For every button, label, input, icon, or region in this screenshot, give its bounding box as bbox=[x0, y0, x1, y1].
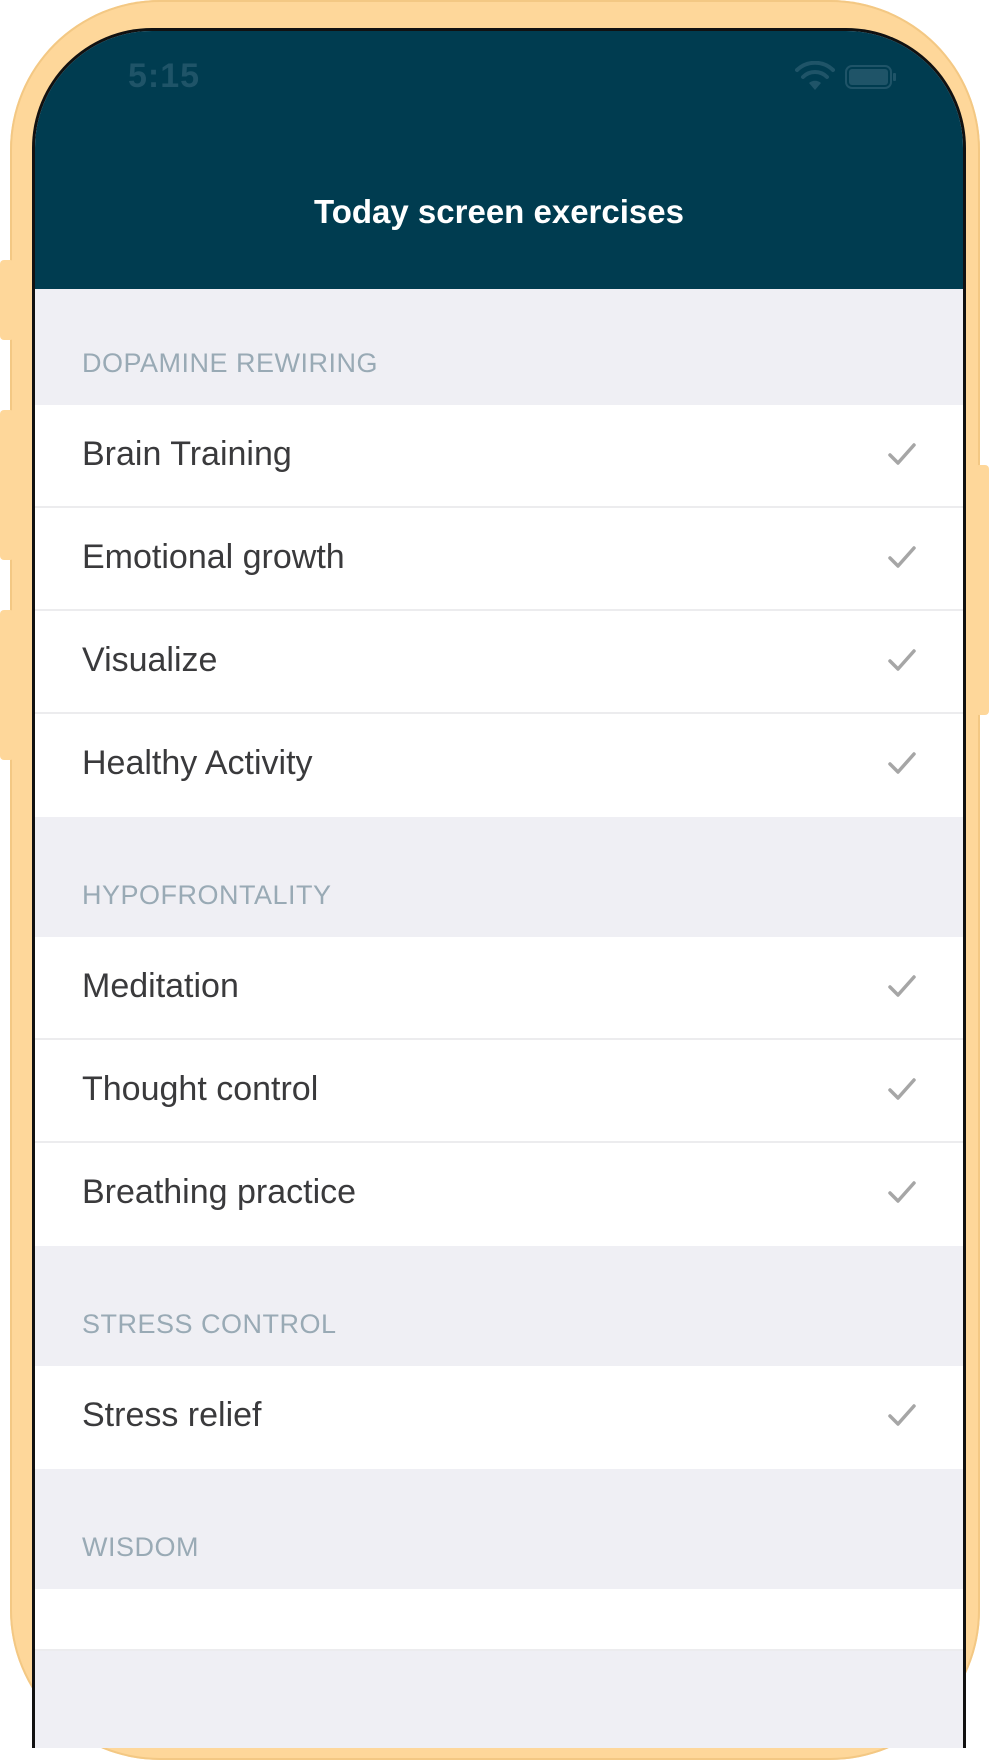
wifi-icon bbox=[795, 61, 835, 90]
list-item-visualize[interactable]: Visualize bbox=[35, 611, 963, 714]
side-button-left-1 bbox=[0, 260, 14, 340]
checkmark-icon bbox=[888, 649, 916, 671]
list-item-stress-relief[interactable]: Stress relief bbox=[35, 1366, 963, 1469]
checkmark-icon bbox=[888, 752, 916, 774]
navigation-bar: 5:15 Today screen exercises bbox=[35, 31, 963, 289]
side-button-right bbox=[975, 465, 989, 715]
section-title: HYPOFRONTALITY bbox=[82, 880, 332, 910]
section-header-dopamine-rewiring: DOPAMINE REWIRING bbox=[35, 289, 963, 405]
section-header-hypofrontality: HYPOFRONTALITY bbox=[35, 817, 963, 937]
list-item-label: Emotional growth bbox=[82, 538, 345, 576]
list-item-label: Thought control bbox=[82, 1070, 319, 1108]
list-item-meditation[interactable]: Meditation bbox=[35, 937, 963, 1040]
section-title: DOPAMINE REWIRING bbox=[82, 348, 379, 378]
checkmark-icon bbox=[888, 1181, 916, 1203]
status-time: 5:15 bbox=[128, 57, 201, 95]
section-header-stress-control: STRESS CONTROL bbox=[35, 1246, 963, 1366]
list-item-thought-control[interactable]: Thought control bbox=[35, 1040, 963, 1143]
battery-icon bbox=[845, 65, 896, 89]
list-item-label: Meditation bbox=[82, 967, 239, 1005]
checkmark-icon bbox=[888, 1078, 916, 1100]
list-item-label: Stress relief bbox=[82, 1396, 262, 1434]
list-item-brain-training[interactable]: Brain Training bbox=[35, 405, 963, 508]
checkmark-icon bbox=[888, 443, 916, 465]
list-item-emotional-growth[interactable]: Emotional growth bbox=[35, 508, 963, 611]
exercise-list: DOPAMINE REWIRING Brain Training Emotion… bbox=[35, 289, 963, 1651]
list-item-label: Brain Training bbox=[82, 435, 292, 473]
list-item-breathing-practice[interactable]: Breathing practice bbox=[35, 1143, 963, 1246]
page-title: Today screen exercises bbox=[314, 193, 684, 230]
section-header-wisdom: WISDOM bbox=[35, 1469, 963, 1589]
side-button-left-3 bbox=[0, 610, 14, 760]
section-title: WISDOM bbox=[82, 1532, 199, 1562]
phone-screen: 5:15 Today screen exercises DOPAMINE REW… bbox=[32, 28, 966, 1748]
list-item-label: Healthy Activity bbox=[82, 744, 313, 782]
checkmark-icon bbox=[888, 546, 916, 568]
list-item-label: Breathing practice bbox=[82, 1173, 357, 1211]
checkmark-icon bbox=[888, 1404, 916, 1426]
section-title: STRESS CONTROL bbox=[82, 1309, 337, 1339]
checkmark-icon bbox=[888, 975, 916, 997]
list-item-label: Visualize bbox=[82, 641, 218, 679]
list-item-healthy-activity[interactable]: Healthy Activity bbox=[35, 714, 963, 817]
list-item-partial[interactable] bbox=[35, 1589, 963, 1651]
side-button-left-2 bbox=[0, 410, 14, 560]
